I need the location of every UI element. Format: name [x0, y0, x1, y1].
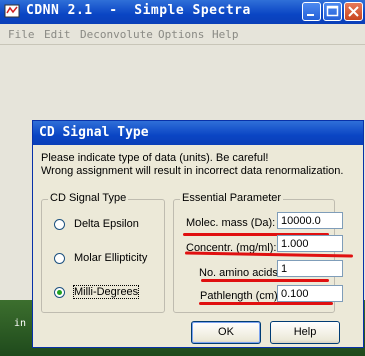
close-icon — [348, 6, 359, 17]
signal-type-group-label: CD Signal Type — [48, 192, 129, 204]
menu-bar: File Edit Deconvolute Options Help — [0, 26, 365, 45]
menu-help[interactable]: Help — [212, 28, 239, 41]
menu-options[interactable]: Options — [158, 28, 204, 41]
ok-button[interactable]: OK — [191, 321, 261, 344]
radio-label: Delta Epsilon — [74, 218, 139, 230]
menu-file[interactable]: File — [8, 28, 35, 41]
pathlength-field[interactable] — [277, 285, 343, 302]
label-molec-mass: Molec. mass (Da): — [186, 217, 276, 229]
main-titlebar[interactable]: CDNN 2.1 - Simple Spectra — [0, 0, 365, 24]
signal-type-group: CD Signal Type Delta Epsilon Molar Ellip… — [41, 192, 165, 313]
dialog-titlebar[interactable]: CD Signal Type — [33, 121, 363, 145]
label-pathlength: Pathlength (cm): — [200, 290, 281, 302]
red-underline-mark — [199, 302, 333, 305]
radio-button[interactable] — [54, 219, 65, 230]
amino-acids-field[interactable] — [277, 260, 343, 277]
minimize-button[interactable] — [302, 2, 321, 21]
dialog-title: CD Signal Type — [39, 125, 149, 140]
menu-edit[interactable]: Edit — [44, 28, 71, 41]
radio-button[interactable] — [54, 253, 65, 264]
close-button[interactable] — [344, 2, 363, 21]
window-title: CDNN 2.1 - Simple Spectra — [26, 3, 251, 18]
molec-mass-field[interactable] — [277, 212, 343, 229]
minimize-icon — [307, 14, 314, 16]
radio-label: Milli-Degrees — [72, 285, 140, 299]
menu-deconvolute[interactable]: Deconvolute — [80, 28, 153, 41]
cd-signal-type-dialog: CD Signal Type Please indicate type of d… — [32, 120, 364, 348]
maximize-icon — [326, 5, 339, 17]
essential-parameter-group-label: Essential Parameter — [180, 192, 284, 204]
app-icon — [4, 4, 20, 18]
red-underline-mark — [201, 279, 329, 282]
radio-label: Molar Ellipticity — [74, 252, 148, 264]
dialog-message: Please indicate type of data (units). Be… — [41, 152, 343, 178]
label-amino-acids: No. amino acids: — [199, 267, 281, 279]
radio-button-selected[interactable] — [54, 287, 65, 298]
help-button[interactable]: Help — [270, 321, 340, 344]
concentration-field[interactable] — [277, 235, 343, 252]
maximize-button[interactable] — [323, 2, 342, 21]
desktop-text: in — [14, 318, 27, 329]
message-line-2: Wrong assignment will result in incorrec… — [41, 165, 344, 177]
message-line-1: Please indicate type of data (units). Be… — [41, 152, 269, 164]
radio-selected-dot — [57, 290, 62, 295]
